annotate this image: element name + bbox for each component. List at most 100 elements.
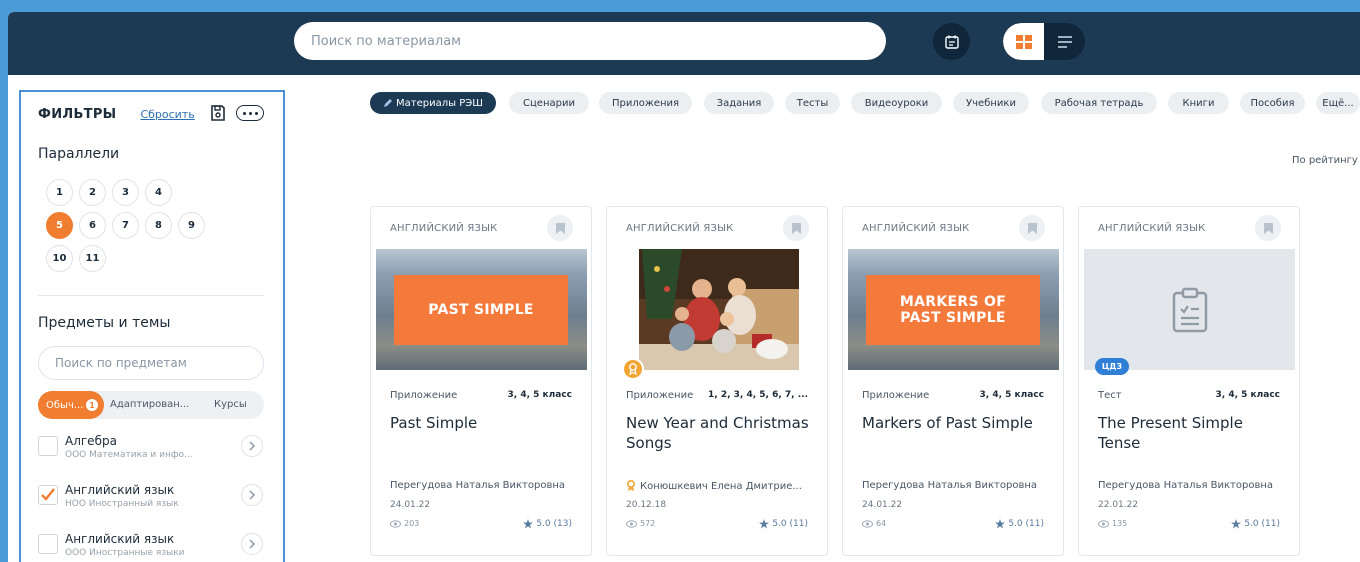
subject-name: Английский язык [65, 483, 175, 497]
card-rating: 5.0 (11) [995, 519, 1044, 529]
card-views-count: 572 [640, 519, 656, 528]
chip-workbook[interactable]: Рабочая тетрадь [1041, 92, 1157, 114]
material-card[interactable]: АНГЛИЙСКИЙ ЯЗЫК ЦДЗ Тест 3, 4, 5 класс T… [1078, 206, 1300, 556]
card-grades: 1, 2, 3, 4, 5, 6, 7, ... [708, 390, 808, 400]
card-views-count: 64 [876, 519, 887, 528]
more-options-button[interactable] [236, 105, 264, 121]
card-author[interactable]: Перегудова Наталья Викторовна [390, 480, 580, 491]
card-rating-value: 5.0 (11) [1244, 519, 1280, 529]
card-author[interactable]: Перегудова Наталья Викторовна [1098, 480, 1288, 491]
pen-icon [384, 99, 393, 107]
card-grades: 3, 4, 5 класс [507, 390, 572, 400]
grade-3[interactable]: 3 [112, 179, 139, 206]
tab-courses[interactable]: Курсы [214, 399, 247, 410]
subject-type-tabs: Обыч... 1 Адаптирован... Курсы [38, 391, 264, 419]
card-rating-value: 5.0 (11) [772, 519, 808, 529]
card-image: PAST SIMPLE [376, 249, 587, 370]
grade-11[interactable]: 11 [79, 245, 106, 272]
chip-books[interactable]: Книги [1168, 92, 1229, 114]
grid-view-button[interactable] [1003, 23, 1044, 60]
grade-10[interactable]: 10 [46, 245, 73, 272]
bookmark-button[interactable] [783, 215, 809, 241]
calendar-button[interactable] [933, 23, 970, 60]
star-icon [759, 519, 770, 529]
sort-selector[interactable]: По рейтингу [1292, 155, 1358, 166]
bookmark-button[interactable] [1019, 215, 1045, 241]
card-image [1084, 249, 1295, 370]
views-icon [1098, 519, 1109, 528]
grade-6[interactable]: 6 [79, 212, 106, 239]
subject-name: Алгебра [65, 434, 117, 448]
chip-resh-materials[interactable]: Материалы РЭШ [370, 92, 496, 114]
card-author[interactable]: Перегудова Наталья Викторовна [862, 480, 1052, 491]
card-author[interactable]: Конюшкевич Елена Дмитрие... [626, 480, 816, 492]
card-title[interactable]: Markers of Past Simple [862, 413, 1052, 433]
card-title[interactable]: New Year and Christmas Songs [626, 413, 816, 453]
card-date: 24.01.22 [862, 500, 903, 510]
material-card[interactable]: АНГЛИЙСКИЙ ЯЗЫК MARKERS OF PAST SIMPLE П… [842, 206, 1064, 556]
subjects-search-input[interactable]: Поиск по предметам [38, 346, 264, 380]
tab-adapted[interactable]: Адаптирован... [110, 399, 189, 410]
grade-5[interactable]: 5 [46, 212, 73, 239]
views-icon [862, 519, 873, 528]
subject-checkbox[interactable] [38, 534, 58, 554]
bookmark-button[interactable] [1255, 215, 1281, 241]
check-icon [41, 488, 55, 501]
subject-item[interactable]: Алгебра ООО Математика и инфо... [38, 432, 264, 472]
list-view-button[interactable] [1044, 23, 1085, 60]
card-grades: 3, 4, 5 класс [979, 390, 1044, 400]
chip-tests[interactable]: Тесты [785, 92, 840, 114]
chip-video-lessons[interactable]: Видеоуроки [851, 92, 942, 114]
chip-textbooks[interactable]: Учебники [953, 92, 1029, 114]
author-badge [622, 358, 644, 380]
card-author-name: Конюшкевич Елена Дмитрие... [640, 480, 802, 492]
chip-more[interactable]: Ещё... [1316, 92, 1360, 114]
star-icon [523, 519, 534, 529]
clipboard-icon [1172, 287, 1207, 332]
material-card[interactable]: АНГЛИЙСКИЙ ЯЗЫК Приложение 1, 2, 3, 4, 5… [606, 206, 828, 556]
subject-expand-button[interactable] [241, 484, 263, 506]
subject-checkbox[interactable] [38, 436, 58, 456]
more-icon-dot [254, 111, 258, 115]
top-bar: Поиск по материалам [8, 12, 1360, 75]
more-icon-dot [242, 111, 246, 115]
card-date: 24.01.22 [390, 500, 431, 510]
card-rating: 5.0 (11) [1231, 519, 1280, 529]
grade-8[interactable]: 8 [145, 212, 172, 239]
chip-manuals[interactable]: Пособия [1240, 92, 1305, 114]
save-icon[interactable] [210, 104, 226, 122]
filters-header: ФИЛЬТРЫ Сбросить [38, 102, 278, 126]
chip-scenarios[interactable]: Сценарии [509, 92, 589, 114]
app-window: Поиск по материалам ФИЛЬТРЫ Сбросить Пар… [8, 12, 1360, 562]
subject-expand-button[interactable] [241, 435, 263, 457]
star-icon [995, 519, 1006, 529]
tab-regular[interactable]: Обыч... 1 [38, 391, 104, 419]
material-card[interactable]: АНГЛИЙСКИЙ ЯЗЫК PAST SIMPLE Приложение 3… [370, 206, 592, 556]
card-title[interactable]: The Present Simple Tense [1098, 413, 1288, 453]
search-input[interactable]: Поиск по материалам [294, 22, 886, 60]
card-title[interactable]: Past Simple [390, 413, 580, 433]
grade-4[interactable]: 4 [145, 179, 172, 206]
card-views: 572 [626, 519, 655, 528]
chip-tasks[interactable]: Задания [704, 92, 774, 114]
subject-item[interactable]: Английский язык НОО Иностранный язык [38, 481, 264, 521]
card-banner: MARKERS OF PAST SIMPLE [866, 275, 1040, 345]
grade-7[interactable]: 7 [112, 212, 139, 239]
card-views: 203 [390, 519, 419, 528]
subject-checkbox[interactable] [38, 485, 58, 505]
chip-applications[interactable]: Приложения [599, 92, 692, 114]
chevron-right-icon [249, 490, 256, 500]
grade-1[interactable]: 1 [46, 179, 73, 206]
card-date: 22.01.22 [1098, 500, 1139, 510]
subject-item[interactable]: Английский язык ООО Иностранные языки [38, 530, 264, 562]
grade-2[interactable]: 2 [79, 179, 106, 206]
bookmark-icon [1027, 222, 1037, 234]
bookmark-button[interactable] [547, 215, 573, 241]
grade-9[interactable]: 9 [178, 212, 205, 239]
chip-label: Материалы РЭШ [396, 97, 483, 109]
subject-expand-button[interactable] [241, 533, 263, 555]
card-subject: АНГЛИЙСКИЙ ЯЗЫК [1098, 223, 1206, 234]
card-subject: АНГЛИЙСКИЙ ЯЗЫК [862, 223, 970, 234]
cdz-badge: ЦДЗ [1095, 358, 1129, 375]
reset-filters-link[interactable]: Сбросить [140, 108, 194, 121]
